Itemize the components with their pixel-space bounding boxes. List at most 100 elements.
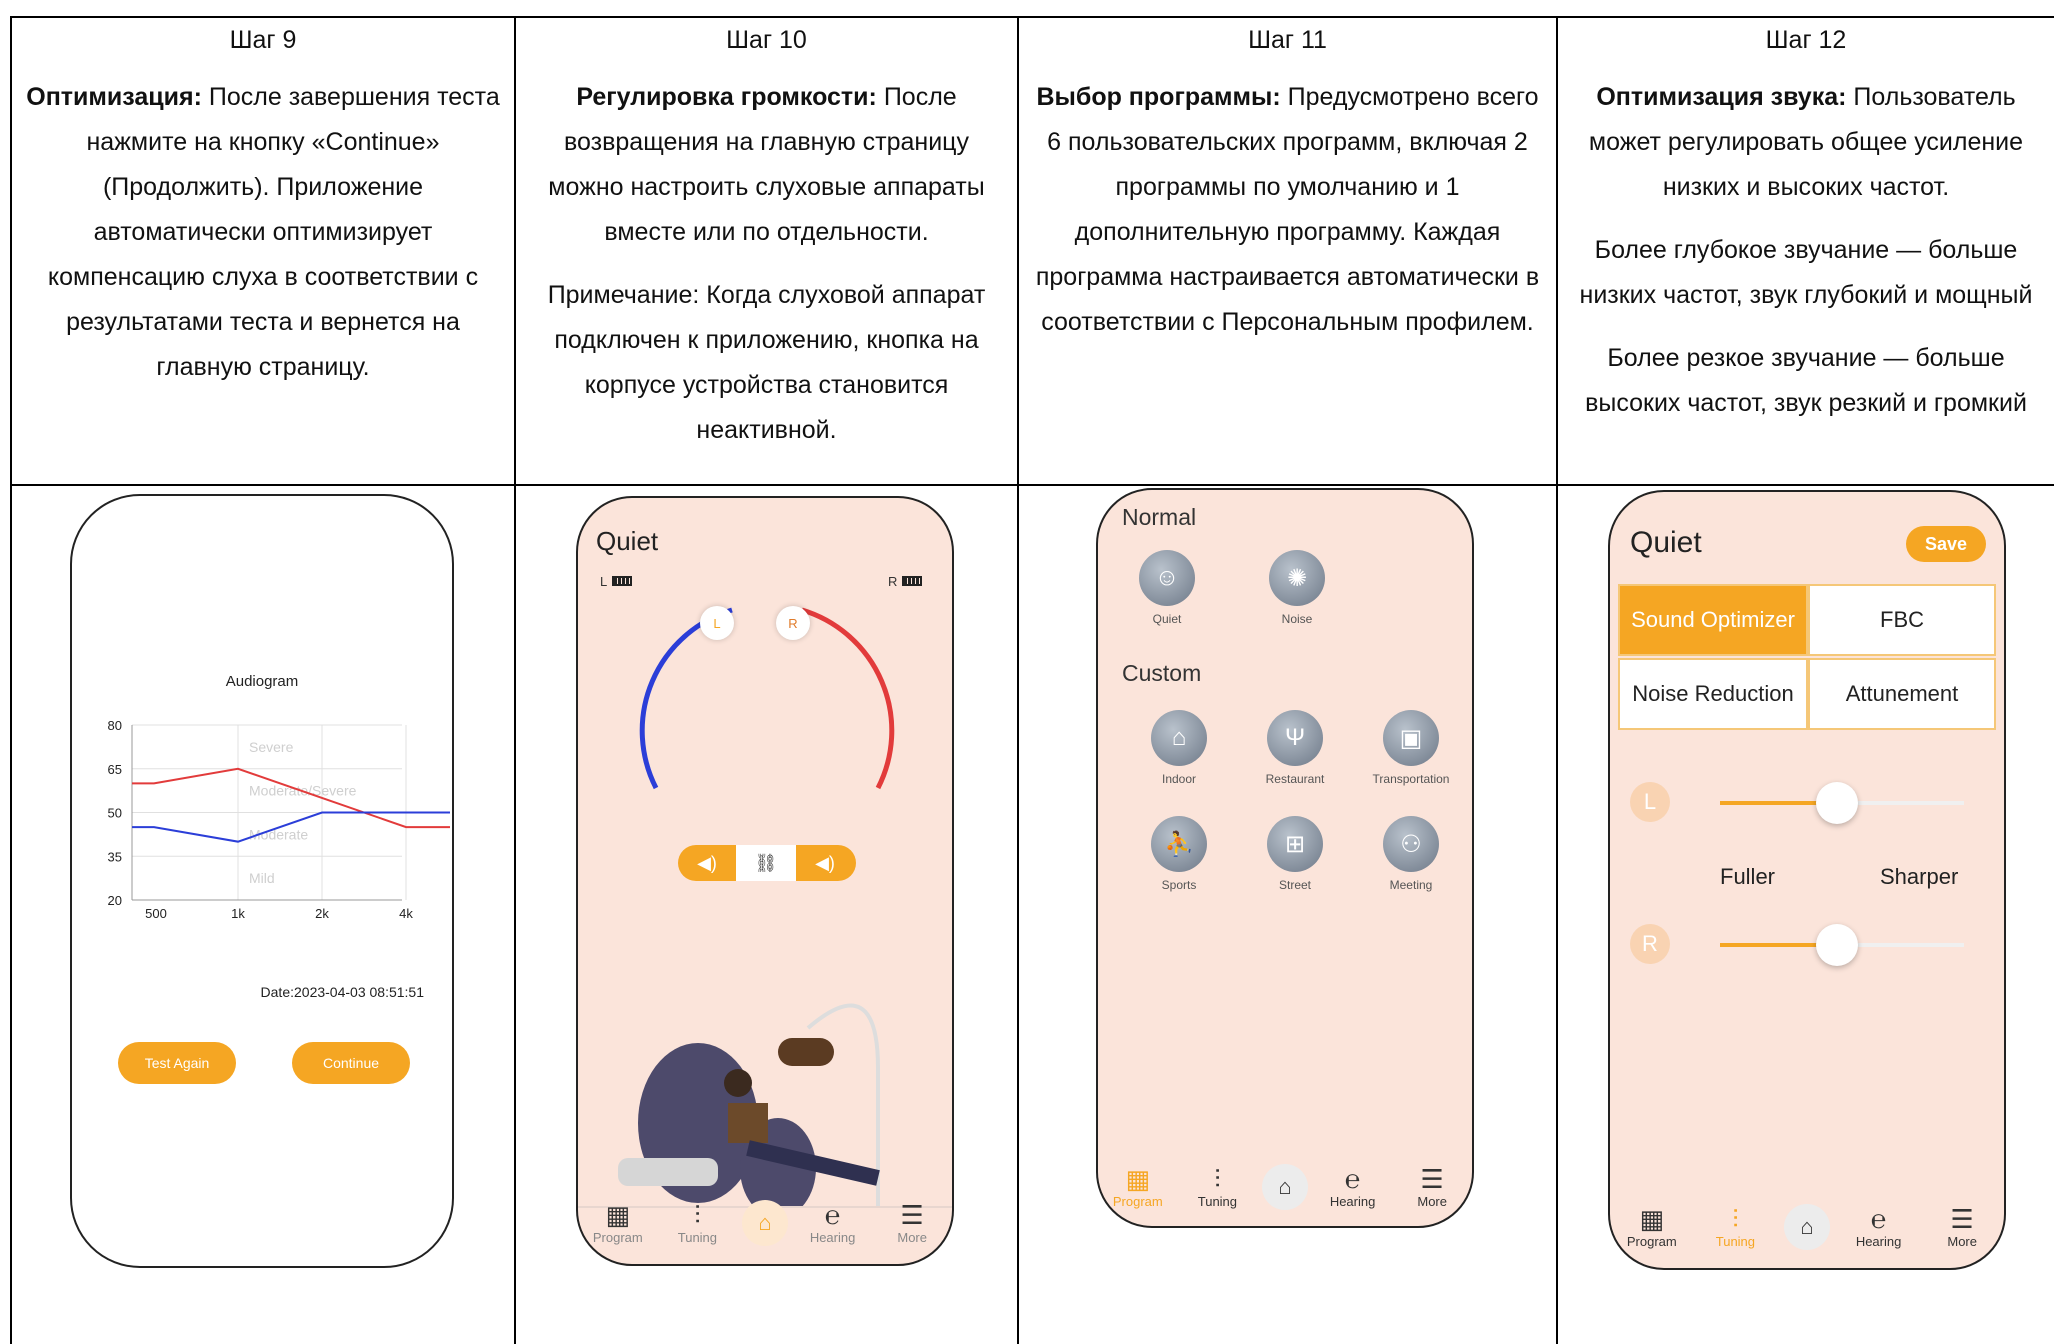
tab-label: Tuning — [677, 1230, 718, 1245]
right-volume-knob[interactable]: R — [776, 606, 810, 640]
step-note: Более глубокое звучание — больше низких … — [1579, 236, 2033, 309]
sharper-label: Sharper — [1880, 864, 1959, 889]
tab-tuning[interactable]: ⫶ Tuning — [1182, 1164, 1252, 1209]
tab-noise-reduction[interactable]: Noise Reduction — [1618, 658, 1808, 730]
right-tone-slider-knob[interactable] — [1816, 924, 1859, 966]
x-tick-label: 2k — [315, 906, 329, 921]
tab-program[interactable]: ▦ Program — [583, 1200, 653, 1245]
step-title: Шаг 10 — [726, 26, 807, 54]
program-meeting[interactable]: ⚇ Meeting — [1366, 816, 1456, 892]
y-tick-label: 20 — [108, 893, 122, 908]
home-button[interactable]: ⌂ — [1261, 1164, 1308, 1210]
speaker-icon: ◀) — [697, 852, 717, 873]
tab-bar: ▦ Program ⫶ Tuning ⌂ ℮ Hearing ☰ More — [1610, 1204, 2004, 1250]
tab-more[interactable]: ☰ More — [1927, 1204, 1997, 1249]
link-icon: ⛓ — [754, 852, 778, 873]
sliders-icon: ⫶ — [1214, 1164, 1221, 1194]
ear-icon: ℮ — [824, 1200, 841, 1230]
tab-label: More — [1417, 1194, 1447, 1209]
program-label: Sports — [1161, 878, 1197, 892]
tab-label: Program — [592, 1230, 643, 1245]
step-12-cell: Шаг 12 Оптимизация звука: Пользователь м… — [1558, 16, 2054, 486]
step-note: Более резкое звучание — больше высоких ч… — [1585, 344, 2027, 417]
tab-more[interactable]: ☰ More — [1397, 1164, 1467, 1209]
runner-icon: ⛹ — [1151, 816, 1207, 872]
program-quiet[interactable]: ☺ Quiet — [1122, 550, 1212, 626]
left-speaker-button[interactable]: ◀) — [678, 845, 736, 881]
program-label: Meeting — [1389, 878, 1433, 892]
step-description: Регулировка громкости: После возвращения… — [530, 75, 1003, 255]
tab-label: More — [1947, 1234, 1977, 1249]
right-ear-badge: R — [1630, 924, 1670, 964]
step-11-cell: Шаг 11 Выбор программы: Предусмотрено вс… — [1019, 16, 1556, 486]
normal-section-title: Normal — [1122, 504, 1197, 530]
continue-button[interactable]: Continue — [292, 1042, 410, 1084]
ear-icon: ℮ — [1344, 1164, 1361, 1194]
step-9-cell: Шаг 9 Оптимизация: После завершения тест… — [12, 16, 514, 486]
phone-volume-screen: Quiet L R L R ◀) ⛓ ◀) ▦ Program ⫶ Tuning ⌂… — [576, 496, 954, 1266]
right-label: R — [888, 574, 898, 589]
step-description: Оптимизация: После завершения теста нажм… — [26, 75, 500, 390]
tab-program[interactable]: ▦ Program — [1103, 1164, 1173, 1209]
tab-sound-optimizer[interactable]: Sound Optimizer — [1618, 584, 1808, 656]
menu-icon: ☰ — [1950, 1204, 1974, 1234]
program-street[interactable]: ⊞ Street — [1250, 816, 1340, 892]
home-button[interactable]: ⌂ — [741, 1200, 788, 1246]
tab-fbc[interactable]: FBC — [1808, 584, 1996, 656]
program-transportation[interactable]: ▣ Transportation — [1366, 710, 1456, 786]
phone-sound-optimizer-screen: Quiet Save Sound Optimizer FBC Noise Red… — [1608, 490, 2006, 1270]
tab-hearing[interactable]: ℮ Hearing — [798, 1200, 868, 1245]
program-title: Quiet — [596, 526, 659, 556]
y-tick-label: 35 — [108, 849, 122, 864]
left-volume-knob[interactable]: L — [700, 606, 734, 640]
x-tick-label: 1k — [231, 906, 245, 921]
relaxing-illustration — [578, 1003, 952, 1208]
tab-bar: ▦ Program ⫶ Tuning ⌂ ℮ Hearing ☰ More — [578, 1200, 952, 1246]
tab-tuning[interactable]: ⫶ Tuning — [662, 1200, 732, 1245]
x-tick-label: 500 — [145, 906, 167, 921]
step-description: Выбор программы: Предусмотрено всего 6 п… — [1033, 75, 1542, 345]
left-tone-slider-knob[interactable] — [1816, 782, 1859, 824]
test-date: Date:2023-04-03 08:51:51 — [260, 984, 424, 1000]
step-title: Шаг 9 — [229, 26, 297, 54]
tab-more[interactable]: ☰ More — [877, 1200, 947, 1245]
step-description: Оптимизация звука: Пользователь может ре… — [1564, 75, 2048, 210]
program-label: Noise — [1281, 612, 1313, 626]
program-label: Quiet — [1152, 612, 1182, 626]
grid-icon: ▦ — [1639, 1204, 1665, 1234]
program-label: Indoor — [1161, 772, 1197, 786]
step-keyword: Выбор программы: — [1036, 83, 1281, 111]
tab-program[interactable]: ▦ Program — [1617, 1204, 1687, 1249]
program-restaurant[interactable]: Ψ Restaurant — [1250, 710, 1340, 786]
grid-icon: ▦ — [605, 1200, 631, 1230]
tab-attunement[interactable]: Attunement — [1808, 658, 1996, 730]
program-sports[interactable]: ⛹ Sports — [1134, 816, 1224, 892]
battery-right-icon — [902, 576, 922, 586]
left-label: L — [600, 574, 608, 589]
tab-tuning[interactable]: ⫶ Tuning — [1700, 1204, 1770, 1249]
right-speaker-button[interactable]: ◀) — [796, 845, 854, 881]
home-button[interactable]: ⌂ — [1783, 1204, 1830, 1250]
tab-hearing[interactable]: ℮ Hearing — [1318, 1164, 1388, 1209]
save-button[interactable]: Save — [1906, 526, 1986, 562]
x-tick-label: 4k — [399, 906, 413, 921]
ear-icon: ℮ — [1870, 1204, 1887, 1234]
right-volume-arc[interactable] — [801, 607, 895, 790]
fork-knife-icon: Ψ — [1267, 710, 1323, 766]
link-toggle-button[interactable]: ⛓ — [736, 845, 796, 881]
sliders-icon: ⫶ — [694, 1200, 701, 1230]
test-again-button[interactable]: Test Again — [118, 1042, 236, 1084]
map-icon: ⊞ — [1267, 816, 1323, 872]
tab-label: Tuning — [1715, 1234, 1756, 1249]
volume-arcs — [639, 607, 895, 790]
program-indoor[interactable]: ⌂ Indoor — [1134, 710, 1224, 786]
noise-icon: ✺ — [1269, 550, 1325, 606]
tab-label: Program — [1112, 1194, 1163, 1209]
program-title: Quiet — [1630, 526, 1702, 559]
program-noise[interactable]: ✺ Noise — [1252, 550, 1342, 626]
tab-label: Tuning — [1197, 1194, 1238, 1209]
group-icon: ⚇ — [1383, 816, 1439, 872]
program-label: Transportation — [1372, 772, 1450, 786]
tab-hearing[interactable]: ℮ Hearing — [1844, 1204, 1914, 1249]
step-keyword: Оптимизация: — [26, 83, 202, 111]
